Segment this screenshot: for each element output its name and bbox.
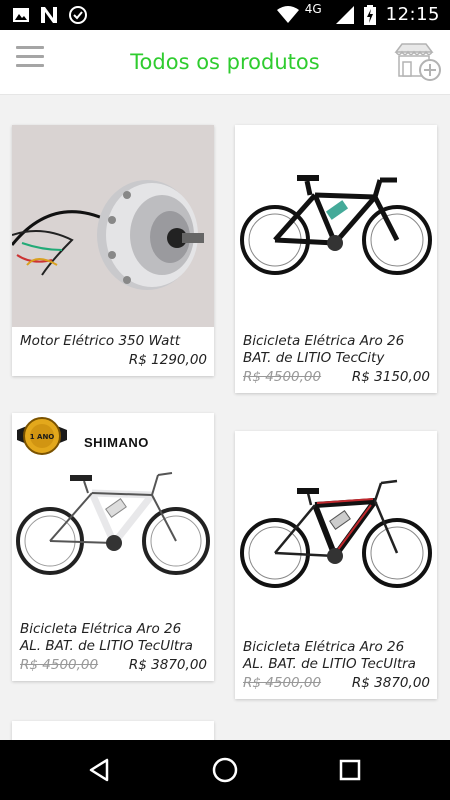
clock: 12:15 — [385, 4, 440, 25]
product-prices: R$ 4500,00 R$ 3870,00 — [235, 673, 437, 699]
product-image — [12, 125, 214, 327]
product-old-price: R$ 4500,00 — [243, 369, 322, 385]
product-old-price: R$ 4500,00 — [20, 657, 99, 673]
shimano-logo: SHIMANO — [84, 435, 149, 450]
app-bar: Todos os produtos — [0, 30, 450, 95]
battery-charging-icon — [363, 4, 376, 25]
check-circle-icon — [69, 6, 87, 24]
product-image — [235, 125, 437, 327]
product-prices: R$ 1290,00 — [12, 350, 214, 376]
product-price: R$ 3870,00 — [128, 657, 207, 673]
warranty-badge-text: 1 ANO — [30, 433, 55, 441]
product-price: R$ 1290,00 — [128, 352, 207, 368]
n-notification-icon — [41, 7, 57, 23]
product-image: 1 ANO SHIMANO — [12, 413, 214, 615]
home-circle-icon[interactable] — [210, 755, 240, 785]
product-grid[interactable]: Motor Elétrico 350 Watt R$ 1290,00 Bicic… — [0, 95, 450, 740]
product-card-tecultra-black[interactable]: Bicicleta Elétrica Aro 26 AL. BAT. de LI… — [235, 431, 437, 699]
product-price: R$ 3150,00 — [351, 369, 430, 385]
product-image — [235, 431, 437, 633]
navigation-bar — [0, 740, 450, 800]
recents-square-icon[interactable] — [335, 755, 365, 785]
product-old-price: R$ 4500,00 — [243, 675, 322, 691]
warranty-badge-icon: 1 ANO — [17, 417, 67, 455]
product-card-teccity[interactable]: Bicicleta Elétrica Aro 26 BAT. de LITIO … — [235, 125, 437, 393]
product-name: Bicicleta Elétrica Aro 26 BAT. de LITIO … — [243, 333, 405, 366]
product-name: Bicicleta Elétrica Aro 26 AL. BAT. de LI… — [20, 621, 193, 654]
status-bar: 4G 12:15 — [0, 0, 450, 30]
page-title: Todos os produtos — [130, 50, 320, 74]
product-prices: R$ 4500,00 R$ 3150,00 — [235, 367, 437, 393]
product-card-tecultra-white[interactable]: 1 ANO SHIMANO Bicicleta Elétrica Aro 26 … — [12, 413, 214, 681]
back-triangle-icon[interactable] — [85, 755, 115, 785]
signal-icon — [335, 5, 354, 24]
wifi-icon — [276, 5, 299, 23]
store-add-icon[interactable] — [392, 42, 442, 82]
product-name: Motor Elétrico 350 Watt — [20, 333, 180, 349]
product-name: Bicicleta Elétrica Aro 26 AL. BAT. de LI… — [243, 639, 416, 672]
network-type-label: 4G — [304, 1, 322, 16]
product-card-motor[interactable]: Motor Elétrico 350 Watt R$ 1290,00 — [12, 125, 214, 376]
image-notification-icon — [13, 8, 29, 22]
product-card-partial[interactable] — [12, 721, 214, 740]
product-price: R$ 3870,00 — [351, 675, 430, 691]
product-prices: R$ 4500,00 R$ 3870,00 — [12, 655, 214, 681]
